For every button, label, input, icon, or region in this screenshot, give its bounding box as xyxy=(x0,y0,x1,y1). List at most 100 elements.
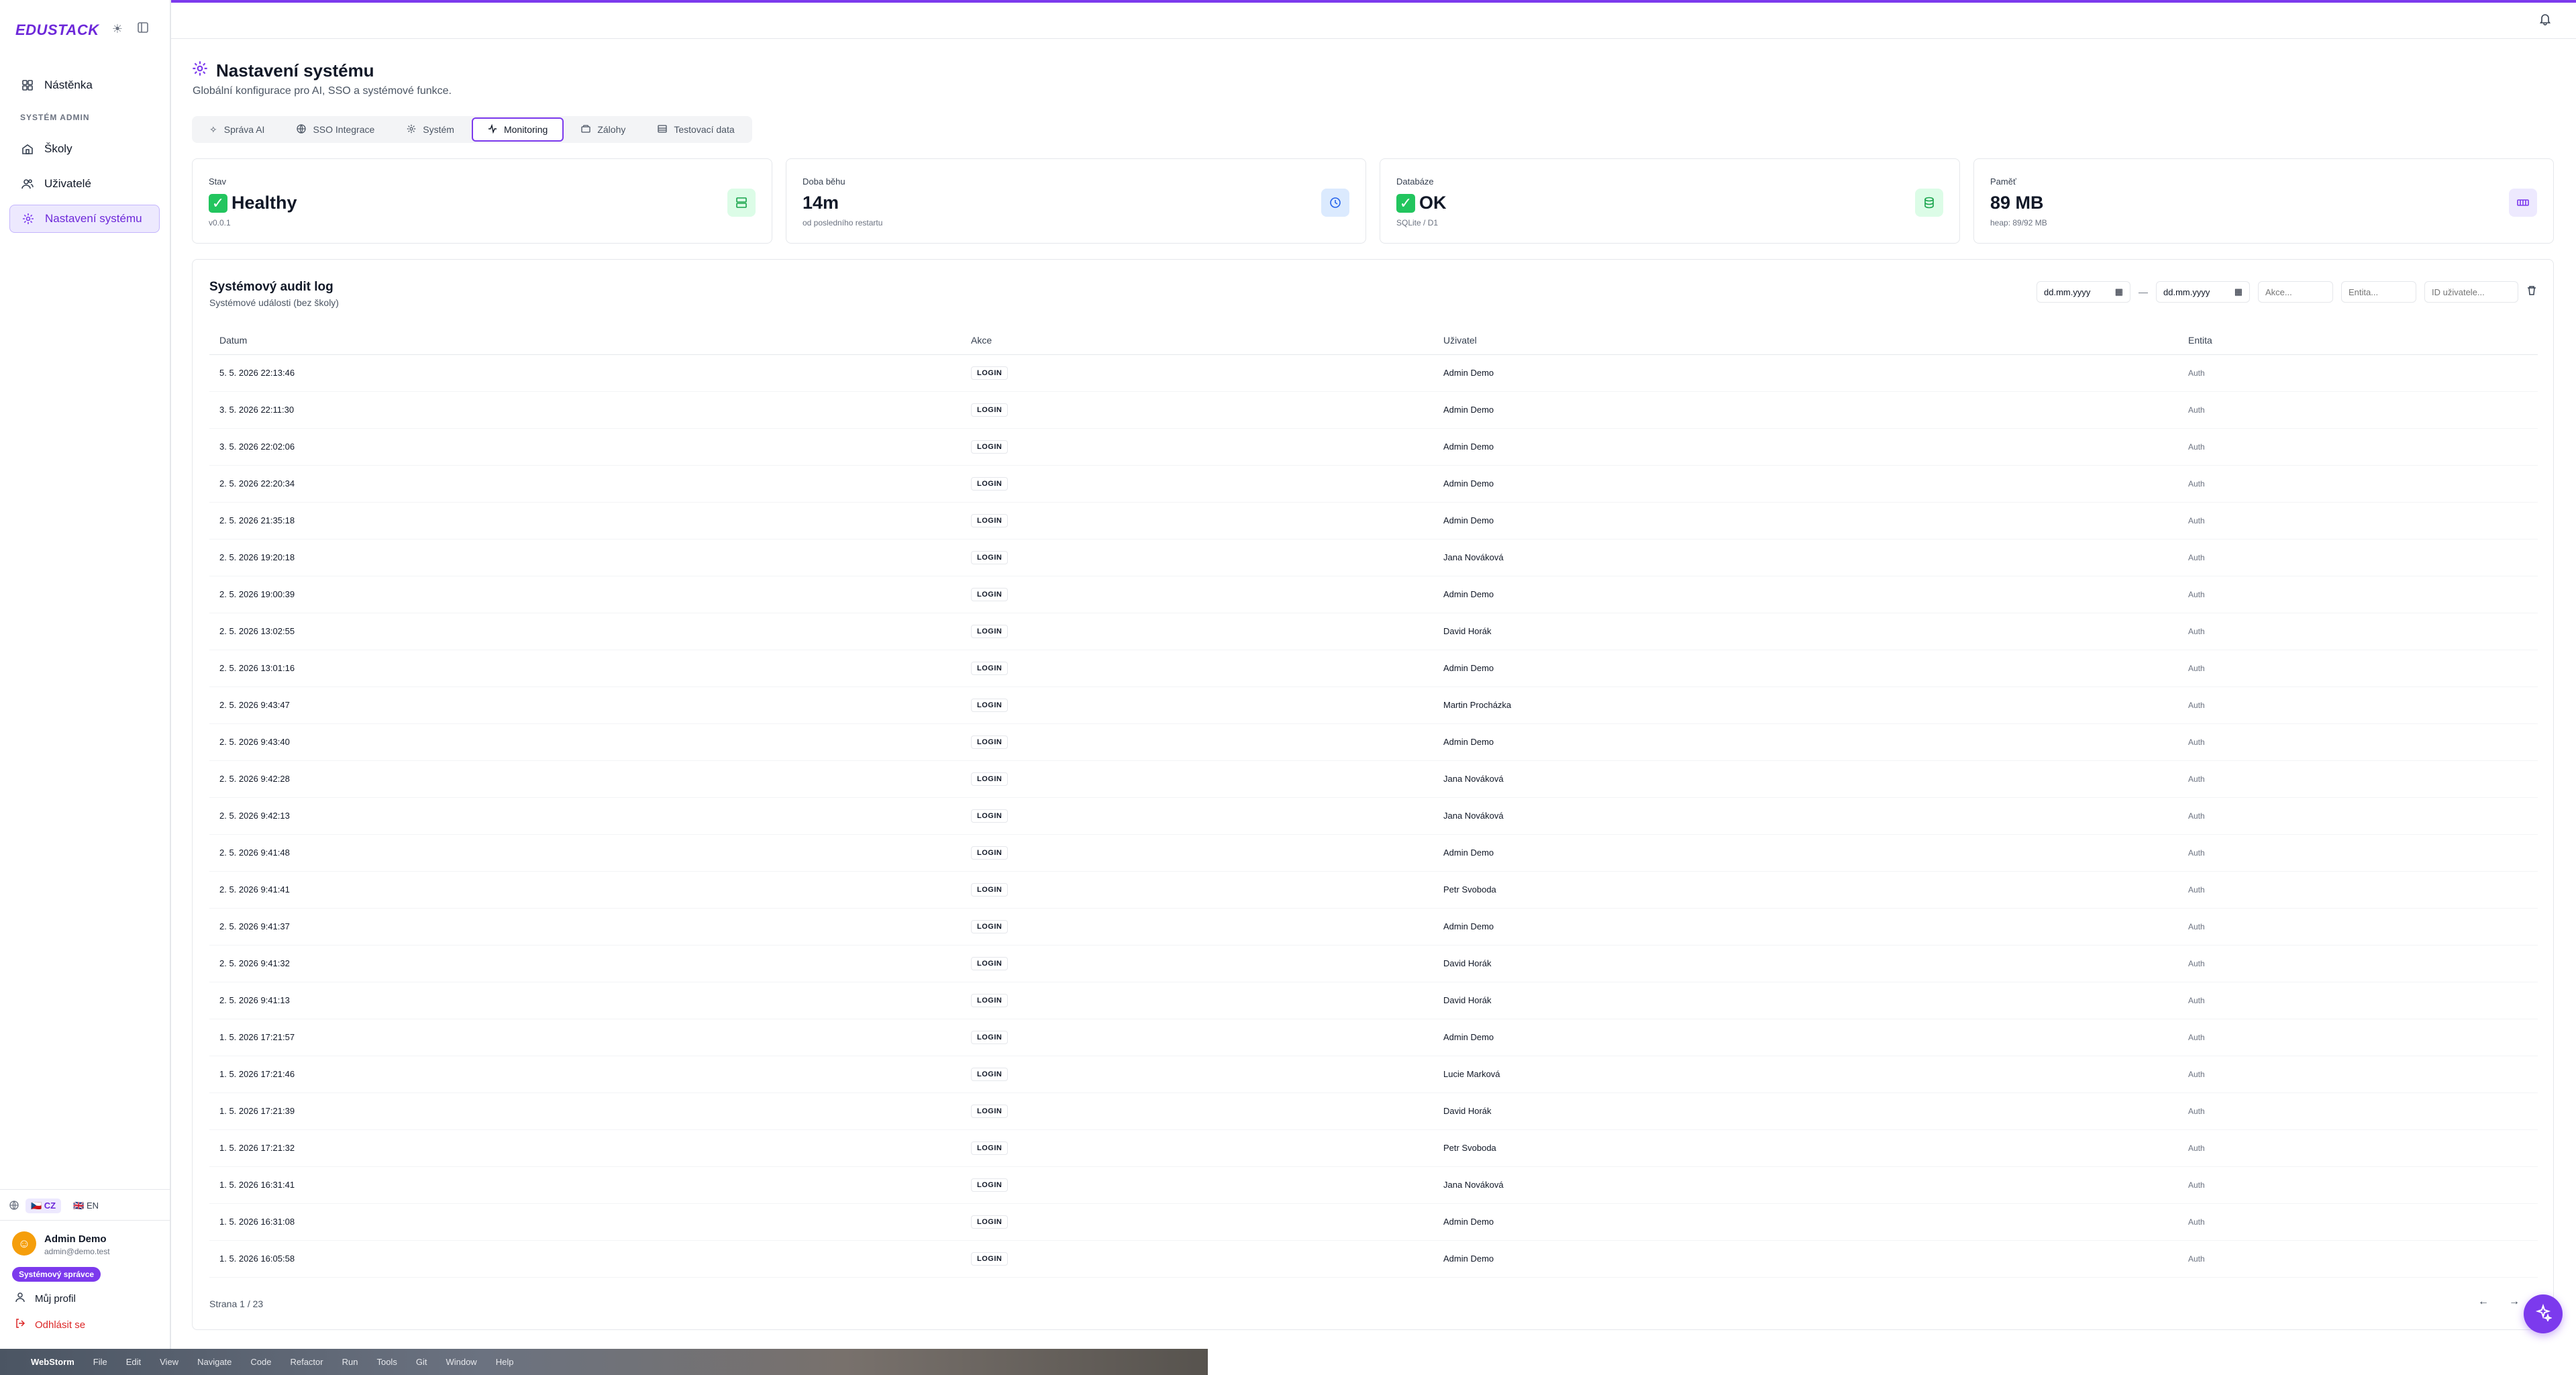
taskbar-menu-item[interactable]: Run xyxy=(342,1357,358,1367)
cell-action: LOGIN xyxy=(961,354,1433,392)
taskbar-menu-item[interactable]: WebStorm xyxy=(31,1357,74,1367)
sidebar-item-schools[interactable]: Školy xyxy=(9,135,160,163)
my-profile-link[interactable]: Můj profil xyxy=(15,1292,76,1305)
table-row[interactable]: 3. 5. 2026 22:02:06 LOGIN Admin Demo Auth xyxy=(209,428,2538,466)
taskbar-menu-item[interactable]: Help xyxy=(496,1357,514,1367)
tab-monitoring[interactable]: Monitoring xyxy=(471,117,564,142)
taskbar-menu-item[interactable]: Navigate xyxy=(197,1357,231,1367)
cell-action: LOGIN xyxy=(961,797,1433,835)
table-row[interactable]: 1. 5. 2026 17:21:57 LOGIN Admin Demo Auth xyxy=(209,1019,2538,1056)
table-row[interactable]: 2. 5. 2026 9:41:48 LOGIN Admin Demo Auth xyxy=(209,834,2538,872)
cell-action: LOGIN xyxy=(961,686,1433,724)
calendar-icon[interactable]: ▦ xyxy=(2234,287,2243,297)
table-row[interactable]: 2. 5. 2026 9:41:37 LOGIN Admin Demo Auth xyxy=(209,908,2538,946)
column-header-date[interactable]: Datum xyxy=(209,327,961,355)
tab-sso-integration[interactable]: SSO Integrace xyxy=(282,117,389,142)
column-header-entity[interactable]: Entita xyxy=(2178,327,2538,355)
table-row[interactable]: 1. 5. 2026 17:21:39 LOGIN David Horák Auth xyxy=(209,1092,2538,1130)
sidebar-item-label: Školy xyxy=(44,142,72,155)
cell-entity: Auth xyxy=(2178,1092,2538,1130)
next-page-icon[interactable]: → xyxy=(2509,1296,2520,1308)
table-row[interactable]: 2. 5. 2026 19:00:39 LOGIN Admin Demo Auth xyxy=(209,576,2538,613)
table-row[interactable]: 2. 5. 2026 9:41:41 LOGIN Petr Svoboda Auth xyxy=(209,871,2538,909)
date-to-input[interactable]: dd.mm.yyyy ▦ xyxy=(2156,281,2250,303)
table-row[interactable]: 2. 5. 2026 9:42:28 LOGIN Jana Nováková Auth xyxy=(209,760,2538,798)
collapse-sidebar-icon[interactable] xyxy=(136,21,150,36)
cell-user: Admin Demo xyxy=(1433,1240,2178,1278)
theme-toggle-icon[interactable]: ☀ xyxy=(110,21,125,36)
cell-user: Admin Demo xyxy=(1433,908,2178,946)
taskbar-menu-item[interactable]: File xyxy=(93,1357,107,1367)
cell-user: Lucie Marková xyxy=(1433,1056,2178,1093)
sidebar-item-dashboard[interactable]: Nástěnka xyxy=(9,71,160,99)
trash-icon[interactable] xyxy=(2526,285,2537,299)
table-row[interactable]: 2. 5. 2026 9:42:13 LOGIN Jana Nováková Auth xyxy=(209,797,2538,835)
sidebar-item-system-settings[interactable]: Nastavení systému xyxy=(9,205,160,233)
user-email: admin@demo.test xyxy=(44,1247,110,1256)
table-row[interactable]: 2. 5. 2026 9:43:40 LOGIN Admin Demo Auth xyxy=(209,723,2538,761)
taskbar-menu-item[interactable]: View xyxy=(160,1357,178,1367)
table-row[interactable]: 2. 5. 2026 13:02:55 LOGIN David Horák Auth xyxy=(209,613,2538,650)
table-row[interactable]: 1. 5. 2026 17:21:46 LOGIN Lucie Marková Aut… xyxy=(209,1056,2538,1093)
ai-assistant-button[interactable] xyxy=(2524,1294,2563,1333)
language-cz-button[interactable]: 🇨🇿 CZ xyxy=(25,1199,62,1213)
column-header-user[interactable]: Uživatel xyxy=(1433,327,2178,355)
stat-label: Stav xyxy=(209,176,227,187)
bell-icon[interactable] xyxy=(2538,12,2552,29)
cell-entity: Auth xyxy=(2178,354,2538,392)
taskbar-menu-item[interactable]: Git xyxy=(416,1357,427,1367)
table-row[interactable]: 2. 5. 2026 9:41:13 LOGIN David Horák Auth xyxy=(209,982,2538,1019)
memory-icon xyxy=(2509,189,2537,217)
taskbar-menu-item[interactable]: Tools xyxy=(376,1357,397,1367)
action-badge: LOGIN xyxy=(971,1067,1009,1081)
table-row[interactable]: 5. 5. 2026 22:13:46 LOGIN Admin Demo Auth xyxy=(209,354,2538,392)
table-row[interactable]: 1. 5. 2026 17:21:32 LOGIN Petr Svoboda Auth xyxy=(209,1129,2538,1167)
cell-date: 1. 5. 2026 17:21:32 xyxy=(209,1129,961,1167)
language-en-button[interactable]: 🇬🇧 EN xyxy=(68,1199,104,1213)
action-filter-input[interactable] xyxy=(2258,281,2333,303)
tab-system[interactable]: Systém xyxy=(392,117,469,142)
os-taskbar: WebStorm File Edit View Navigate Code Refactor… xyxy=(0,1349,1208,1375)
brand-logo[interactable]: EDUSTACK xyxy=(15,21,99,39)
entity-filter-input[interactable] xyxy=(2341,281,2416,303)
date-from-input[interactable]: dd.mm.yyyy ▦ xyxy=(2037,281,2130,303)
stat-value: ✓ Healthy xyxy=(209,193,297,213)
table-row[interactable]: 2. 5. 2026 9:41:32 LOGIN David Horák Auth xyxy=(209,945,2538,982)
tab-ai-management[interactable]: ✧ Správa AI xyxy=(195,117,279,142)
cell-date: 3. 5. 2026 22:11:30 xyxy=(209,391,961,429)
taskbar-menu-item[interactable]: Edit xyxy=(126,1357,141,1367)
cell-entity: Auth xyxy=(2178,760,2538,798)
calendar-icon[interactable]: ▦ xyxy=(2115,287,2123,297)
table-row[interactable]: 2. 5. 2026 22:20:34 LOGIN Admin Demo Auth xyxy=(209,465,2538,503)
cell-date: 2. 5. 2026 9:43:40 xyxy=(209,723,961,761)
avatar[interactable]: ☺ xyxy=(12,1231,36,1256)
taskbar-menu-item[interactable]: Code xyxy=(250,1357,271,1367)
cell-date: 2. 5. 2026 21:35:18 xyxy=(209,502,961,540)
table-row[interactable]: 1. 5. 2026 16:31:08 LOGIN Admin Demo Auth xyxy=(209,1203,2538,1241)
action-badge: LOGIN xyxy=(971,772,1009,786)
cell-action: LOGIN xyxy=(961,613,1433,650)
cell-entity: Auth xyxy=(2178,1056,2538,1093)
tab-backups[interactable]: Zálohy xyxy=(566,117,640,142)
taskbar-menu-item[interactable]: Refactor xyxy=(290,1357,323,1367)
stat-value: 89 MB xyxy=(1990,193,2044,213)
logout-link[interactable]: Odhlásit se xyxy=(15,1318,85,1331)
previous-page-icon[interactable]: ← xyxy=(2478,1296,2489,1308)
cell-action: LOGIN xyxy=(961,1019,1433,1056)
column-header-action[interactable]: Akce xyxy=(961,327,1433,355)
cell-date: 2. 5. 2026 19:00:39 xyxy=(209,576,961,613)
table-row[interactable]: 2. 5. 2026 19:20:18 LOGIN Jana Nováková Aut… xyxy=(209,539,2538,576)
table-row[interactable]: 2. 5. 2026 13:01:16 LOGIN Admin Demo Auth xyxy=(209,650,2538,687)
table-row[interactable]: 1. 5. 2026 16:05:58 LOGIN Admin Demo Auth xyxy=(209,1240,2538,1278)
table-row[interactable]: 2. 5. 2026 9:43:47 LOGIN Martin Procházka A… xyxy=(209,686,2538,724)
table-row[interactable]: 2. 5. 2026 21:35:18 LOGIN Admin Demo Auth xyxy=(209,502,2538,540)
table-row[interactable]: 1. 5. 2026 16:31:41 LOGIN Jana Nováková Aut… xyxy=(209,1166,2538,1204)
tab-test-data[interactable]: Testovací data xyxy=(643,117,749,142)
user-id-filter-input[interactable] xyxy=(2424,281,2518,303)
cell-entity: Auth xyxy=(2178,686,2538,724)
cell-entity: Auth xyxy=(2178,465,2538,503)
sidebar-divider xyxy=(0,1220,170,1221)
taskbar-menu-item[interactable]: Window xyxy=(446,1357,476,1367)
table-row[interactable]: 3. 5. 2026 22:11:30 LOGIN Admin Demo Auth xyxy=(209,391,2538,429)
sidebar-item-users[interactable]: Uživatelé xyxy=(9,170,160,198)
